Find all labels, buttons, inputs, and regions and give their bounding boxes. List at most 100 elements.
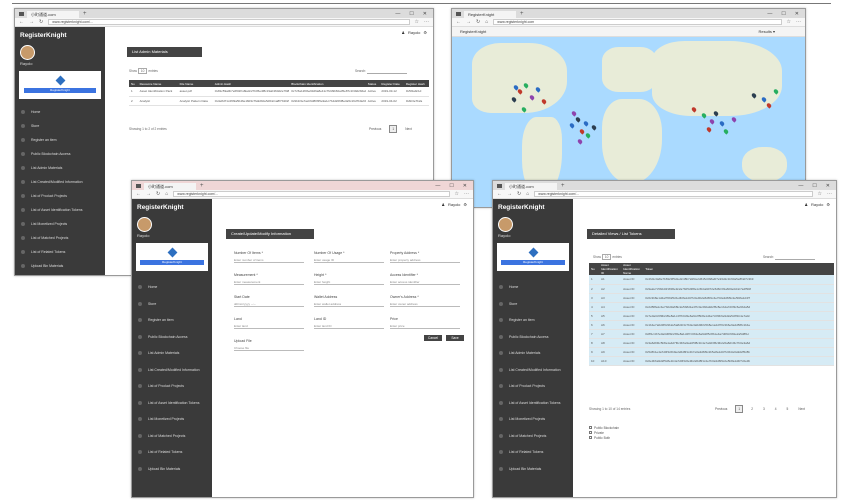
url-field[interactable]: www.registerknight.com/... <box>173 191 450 197</box>
page-button-1[interactable]: 1 <box>389 125 398 133</box>
forward-icon[interactable]: → <box>466 19 471 25</box>
settings-icon[interactable]: ⋯ <box>827 191 832 197</box>
map-pin-icon[interactable] <box>705 126 713 133</box>
settings-icon[interactable]: ⋯ <box>424 19 429 25</box>
table-row[interactable]: 1 A1 Asset ID 0x4fd1c0a8e7b6923f5d1e0c48b7a… <box>589 275 834 285</box>
sidebar-item-store[interactable]: Store <box>15 119 105 133</box>
sidebar-item-list-of-matched-projects[interactable]: List of Matched Projects <box>15 231 105 245</box>
sidebar-item-register-an-item[interactable]: Register an item <box>15 133 105 147</box>
page-button-1[interactable]: 1 <box>735 405 744 413</box>
maximize-icon[interactable]: ☐ <box>812 183 816 189</box>
back-icon[interactable]: ← <box>136 191 141 197</box>
sidebar-item-store[interactable]: Store <box>132 296 212 313</box>
sidebar-item-list-monetized-projects[interactable]: List Monetized Projects <box>15 217 105 231</box>
sidebar-item-list-created-modified-information[interactable]: List Created/Modified Information <box>132 362 212 379</box>
column-header[interactable]: Status <box>365 80 380 87</box>
minimize-icon[interactable]: — <box>395 11 400 17</box>
sidebar-item-list-of-product-projects[interactable]: List of Product Projects <box>493 378 573 395</box>
field-input[interactable]: Enter property address <box>390 257 460 263</box>
gear-icon[interactable]: ⚙ <box>463 202 467 207</box>
sidebar-item-list-of-related-tokens[interactable]: List of Related Tokens <box>493 444 573 461</box>
close-icon[interactable]: ✕ <box>795 11 799 17</box>
map-pin-icon[interactable] <box>584 132 592 139</box>
user-menu[interactable]: ♟ Rayolo ⚙ <box>441 202 467 207</box>
sidebar-item-list-monetized-projects[interactable]: List Monetized Projects <box>493 411 573 428</box>
filter-checkbox-public-both[interactable]: Public Both <box>589 435 619 440</box>
new-tab-icon[interactable]: + <box>83 11 87 17</box>
register-button[interactable]: RegisterKnight <box>23 88 97 93</box>
favorite-icon[interactable]: ☆ <box>787 19 791 25</box>
sidebar-item-list-admin-materials[interactable]: List Admin Materials <box>493 345 573 362</box>
browser-tab[interactable]: 小町通道.com <box>27 11 79 18</box>
browser-tab[interactable]: 小町通道.com <box>505 183 557 190</box>
user-menu[interactable]: ♟ Rayolo ⚙ <box>804 202 830 207</box>
filter-checkbox-public-blockchain[interactable]: Public Blockchain <box>589 425 619 430</box>
field-input[interactable]: Enter number of items <box>234 257 304 263</box>
column-header[interactable]: Asset Identification ID <box>599 263 622 275</box>
settings-icon[interactable]: ⋯ <box>464 191 469 197</box>
sidebar-item-list-of-asset-identification-tokens[interactable]: List of Asset Identification Tokens <box>493 395 573 412</box>
refresh-icon[interactable]: ↻ <box>156 191 160 197</box>
table-row[interactable]: 7 A7 Asset ID 0x8f1c4b7e0a3d6f9c2b5e8a1d4f7… <box>589 329 834 339</box>
sidebar-item-home[interactable]: Home <box>132 279 212 296</box>
tab-actions-icon[interactable] <box>456 11 461 16</box>
home-icon[interactable]: ⌂ <box>165 191 168 197</box>
sidebar-item-list-of-matched-projects[interactable]: List of Matched Projects <box>132 428 212 445</box>
field-input[interactable]: Enter land ID <box>314 323 384 329</box>
browser-tab[interactable]: 小町通道.com <box>144 183 196 190</box>
home-icon[interactable]: ⌂ <box>485 19 488 25</box>
sidebar-item-upload-bin-materials[interactable]: Upload Bin Materials <box>15 259 105 273</box>
table-row[interactable]: 8 A8 Asset ID 0x3a6d9f2c5b8e1a4d7f0c3b6e9a2… <box>589 338 834 348</box>
settings-icon[interactable]: ⋯ <box>796 19 801 25</box>
refresh-icon[interactable]: ↻ <box>476 19 480 25</box>
new-tab-icon[interactable]: + <box>561 183 565 189</box>
page-button-previous[interactable]: Previous <box>367 126 383 132</box>
refresh-icon[interactable]: ↻ <box>517 191 521 197</box>
favorite-icon[interactable]: ☆ <box>818 191 822 197</box>
column-header[interactable]: File Name <box>177 80 213 87</box>
table-row[interactable]: 6 A6 Asset ID 0x1b4e7a0d3f6c9b2e5a8d1f4c7b0… <box>589 320 834 330</box>
url-field[interactable]: www.registerknight.com <box>493 19 782 25</box>
column-header[interactable]: Register Date <box>379 80 404 87</box>
map-pin-icon[interactable] <box>576 138 584 145</box>
new-tab-icon[interactable]: + <box>520 11 524 17</box>
sidebar-item-list-created-modified-information[interactable]: List Created/Modified Information <box>493 362 573 379</box>
sidebar-item-list-admin-materials[interactable]: List Admin Materials <box>132 345 212 362</box>
page-button-next[interactable]: Next <box>796 406 807 412</box>
field-input[interactable]: Enter usage ID <box>314 257 384 263</box>
sidebar-item-list-of-related-tokens[interactable]: List of Related Tokens <box>132 444 212 461</box>
field-input[interactable]: Enter land <box>234 323 304 329</box>
map-pin-icon[interactable] <box>574 116 582 123</box>
field-input[interactable]: Enter price <box>390 323 460 329</box>
back-icon[interactable]: ← <box>456 19 461 25</box>
field-input[interactable]: dd/mm/yyyy --:-- <box>234 301 304 307</box>
forward-icon[interactable]: → <box>146 191 151 197</box>
minimize-icon[interactable]: — <box>767 11 772 17</box>
sidebar-item-list-of-asset-identification-tokens[interactable]: List of Asset Identification Tokens <box>132 395 212 412</box>
sidebar-item-list-of-related-tokens[interactable]: List of Related Tokens <box>15 245 105 259</box>
search-input[interactable] <box>774 255 815 260</box>
sidebar-item-register-an-item[interactable]: Register an item <box>132 312 212 329</box>
table-row[interactable]: 2 Analytic Analytic Pattern Data 0x3e8d71c2… <box>129 96 429 106</box>
page-button-5[interactable]: 5 <box>785 406 791 412</box>
sidebar-item-list-of-matched-projects[interactable]: List of Matched Projects <box>493 428 573 445</box>
map-pin-icon[interactable] <box>708 118 716 125</box>
field-input[interactable]: Enter height <box>314 279 384 285</box>
sidebar-item-upload-bin-materials[interactable]: Upload Bin Materials <box>132 461 212 478</box>
table-row[interactable]: 4 A4 Asset ID 0x2d5f8a1c4e7b0d3a6f9c2e5b8d1… <box>589 302 834 312</box>
field-input[interactable]: Enter access identifier <box>390 279 460 285</box>
column-header[interactable]: Admin Hash <box>212 80 290 87</box>
close-icon[interactable]: ✕ <box>463 183 467 189</box>
favorite-icon[interactable]: ☆ <box>415 19 419 25</box>
gear-icon[interactable]: ⚙ <box>826 202 830 207</box>
browser-tab[interactable]: RegisterKnight <box>464 11 516 18</box>
column-header[interactable]: Register Hash <box>403 80 429 87</box>
user-menu[interactable]: ♟ Rayolo ⚙ <box>401 30 427 35</box>
maximize-icon[interactable]: ☐ <box>409 11 413 17</box>
close-icon[interactable]: ✕ <box>826 183 830 189</box>
tab-actions-icon[interactable] <box>136 183 141 188</box>
refresh-icon[interactable]: ↻ <box>39 19 43 25</box>
page-button-2[interactable]: 2 <box>749 406 755 412</box>
register-button[interactable]: RegisterKnight <box>140 260 204 265</box>
tab-actions-icon[interactable] <box>19 11 24 16</box>
